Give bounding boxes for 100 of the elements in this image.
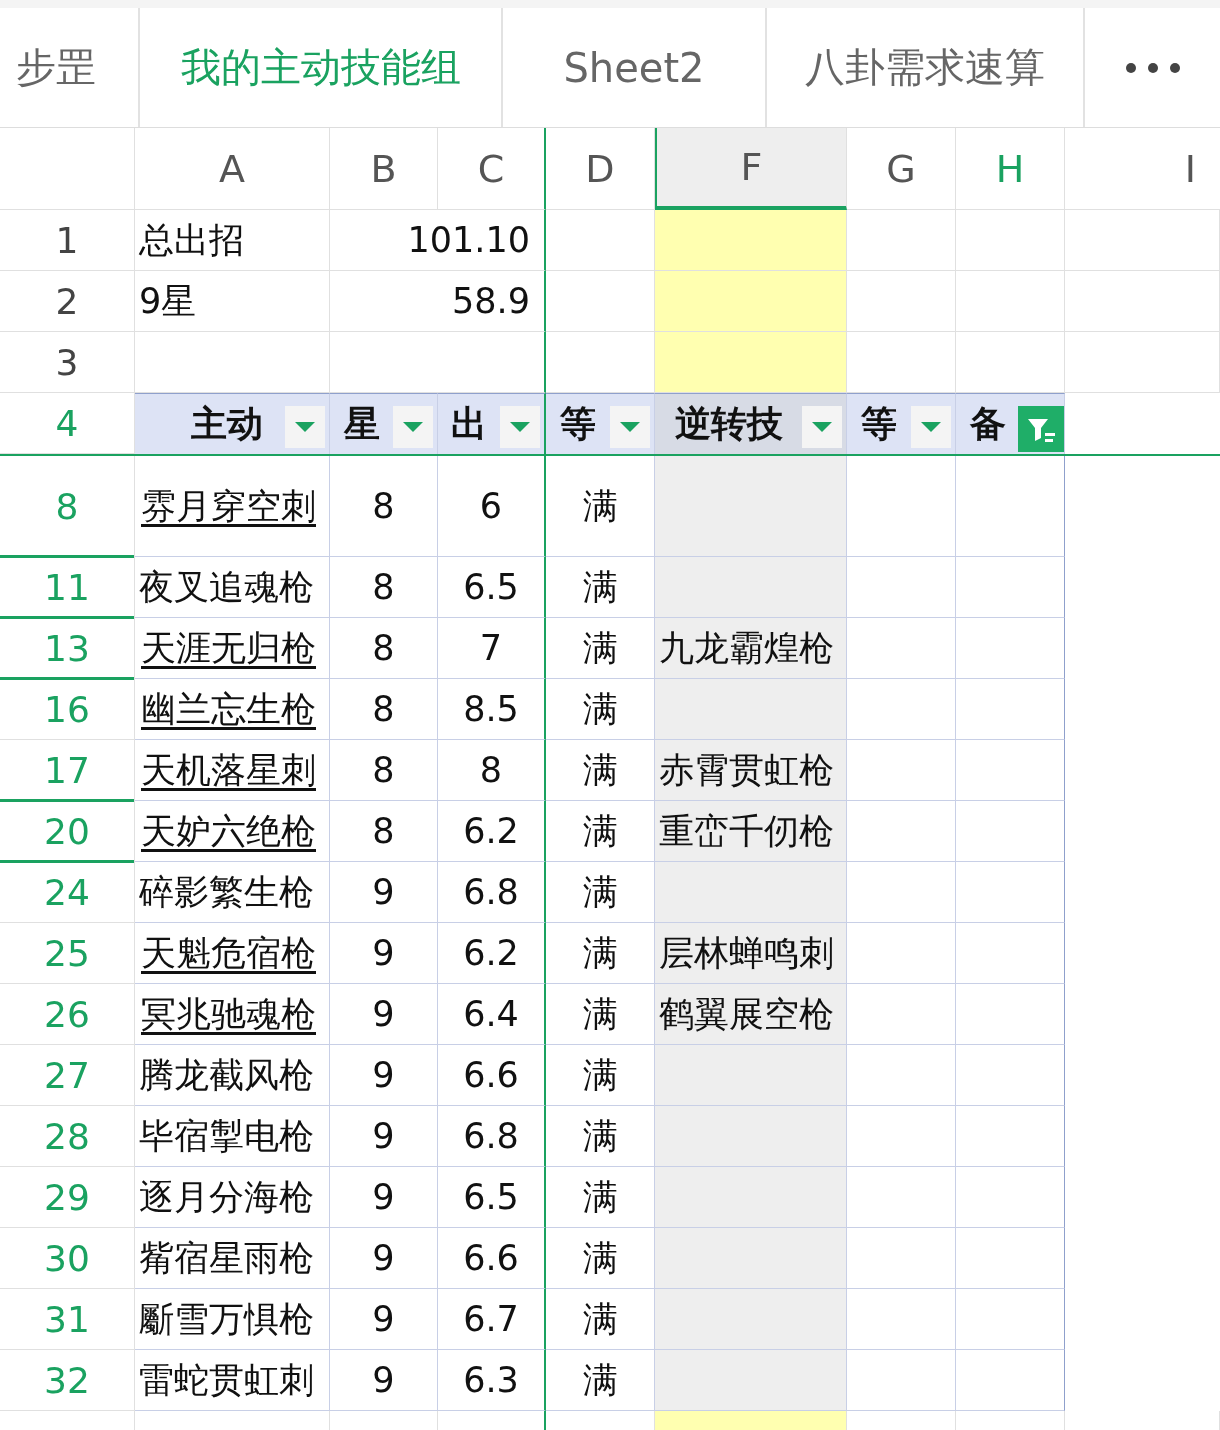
row-header[interactable]: 24: [0, 862, 135, 923]
hidden-rows-marker[interactable]: [0, 616, 134, 619]
column-header[interactable]: G: [847, 128, 956, 210]
table-cell: 58.9: [330, 271, 546, 332]
table-cell: 8: [438, 740, 546, 801]
row-number: 20: [44, 810, 90, 852]
row-header[interactable]: 20: [0, 801, 135, 862]
table-cell: 8: [330, 618, 438, 679]
row-header[interactable]: 3: [0, 332, 135, 393]
table-cell[interactable]: 天涯无归枪: [135, 618, 330, 679]
table-cell: 逐月分海枪: [135, 1167, 330, 1228]
table-cell: 6.2: [438, 923, 546, 984]
table-cell: 重峦千仞枪: [655, 801, 847, 862]
table-cell: 6: [438, 456, 546, 557]
table-cell: 8: [330, 679, 438, 740]
row-header[interactable]: 32: [0, 1350, 135, 1411]
table-cell[interactable]: 幽兰忘生枪: [135, 679, 330, 740]
row-number: 32: [44, 1359, 90, 1401]
table-cell: 觜宿星雨枪: [135, 1228, 330, 1289]
table-cell: 9: [330, 1045, 438, 1106]
table-cell: 9: [330, 1350, 438, 1411]
column-header[interactable]: F: [655, 128, 847, 210]
table-cell: 鹤翼展空枪: [655, 984, 847, 1045]
row-number: 26: [44, 993, 90, 1035]
column-header[interactable]: A: [135, 128, 330, 210]
table-cell: 夜叉追魂枪: [135, 557, 330, 618]
row-header[interactable]: 13: [0, 618, 135, 679]
column-title: 等: [560, 401, 596, 446]
table-cell: 赤霄贯虹枪: [655, 740, 847, 801]
row-header[interactable]: 26: [0, 984, 135, 1045]
row-header[interactable]: 29: [0, 1167, 135, 1228]
caret-icon: [402, 421, 424, 433]
row-header[interactable]: 16: [0, 679, 135, 740]
row-header[interactable]: 25: [0, 923, 135, 984]
table-cell: 101.10: [330, 210, 546, 271]
filter-dropdown-button[interactable]: [911, 406, 951, 448]
select-all-corner[interactable]: [0, 128, 135, 210]
more-icon: [1124, 61, 1181, 74]
filter-dropdown-button[interactable]: [393, 406, 433, 448]
table-cell[interactable]: 天魁危宿枪: [135, 923, 330, 984]
filter-dropdown-button[interactable]: [802, 406, 842, 448]
table-cell: 6.7: [438, 1289, 546, 1350]
table-cell: 6.6: [438, 1228, 546, 1289]
row-number: 29: [44, 1176, 90, 1218]
table-cell: 8: [330, 557, 438, 618]
hidden-rows-marker[interactable]: [0, 555, 134, 558]
row-header[interactable]: 31: [0, 1289, 135, 1350]
table-cell: 7: [438, 618, 546, 679]
table-cell: 8: [330, 740, 438, 801]
table-cell: 8: [330, 801, 438, 862]
column-header[interactable]: H: [956, 128, 1065, 210]
table-cell: 8.5: [438, 679, 546, 740]
filter-dropdown-button[interactable]: [285, 406, 325, 448]
row-header[interactable]: 1: [0, 210, 135, 271]
filter-dropdown-button[interactable]: [500, 406, 540, 448]
row-number: 16: [44, 688, 90, 730]
column-header[interactable]: C: [438, 128, 546, 210]
row-header[interactable]: 8: [0, 456, 135, 557]
table-cell: 6.5: [438, 1167, 546, 1228]
table-cell: 层林蝉鸣刺: [655, 923, 847, 984]
row-number: 11: [44, 566, 90, 608]
row-header[interactable]: 27: [0, 1045, 135, 1106]
row-header[interactable]: 17: [0, 740, 135, 801]
table-cell: 6.4: [438, 984, 546, 1045]
row-header[interactable]: 28: [0, 1106, 135, 1167]
column-title: 主动: [191, 401, 263, 446]
hidden-rows-marker[interactable]: [0, 677, 134, 680]
table-cell: 6.5: [438, 557, 546, 618]
caret-icon: [920, 421, 942, 433]
table-cell: 8: [330, 456, 438, 557]
table-cell: 9星: [135, 271, 330, 332]
row-number: 30: [44, 1237, 90, 1279]
column-title: 出: [451, 401, 487, 446]
table-cell[interactable]: 天妒六绝枪: [135, 801, 330, 862]
table-cell: 雷蛇贯虹刺: [135, 1350, 330, 1411]
hidden-rows-marker[interactable]: [0, 860, 134, 863]
column-header[interactable]: I: [1065, 128, 1220, 210]
caret-icon: [509, 421, 531, 433]
table-cell: 九龙霸煌枪: [655, 618, 847, 679]
caret-icon: [294, 421, 316, 433]
table-cell: 6.8: [438, 1106, 546, 1167]
row-number: 24: [44, 871, 90, 913]
row-header[interactable]: 11: [0, 557, 135, 618]
table-cell[interactable]: 天机落星刺: [135, 740, 330, 801]
table-cell: 毕宿掣电枪: [135, 1106, 330, 1167]
column-header[interactable]: B: [330, 128, 438, 210]
row-number: 31: [44, 1298, 90, 1340]
row-number: 25: [44, 932, 90, 974]
hidden-rows-marker[interactable]: [0, 799, 134, 802]
row-number: 28: [44, 1115, 90, 1157]
table-cell[interactable]: 雰月穿空刺: [135, 456, 330, 557]
filter-dropdown-button[interactable]: [610, 406, 650, 448]
table-cell[interactable]: 冥兆驰魂枪: [135, 984, 330, 1045]
row-header[interactable]: 30: [0, 1228, 135, 1289]
table-cell: 9: [330, 1106, 438, 1167]
table-cell: 6.8: [438, 862, 546, 923]
column-title: 等: [861, 401, 897, 446]
filter-active-button[interactable]: [1018, 406, 1064, 452]
table-cell: 总出招: [135, 210, 330, 271]
row-header[interactable]: 2: [0, 271, 135, 332]
